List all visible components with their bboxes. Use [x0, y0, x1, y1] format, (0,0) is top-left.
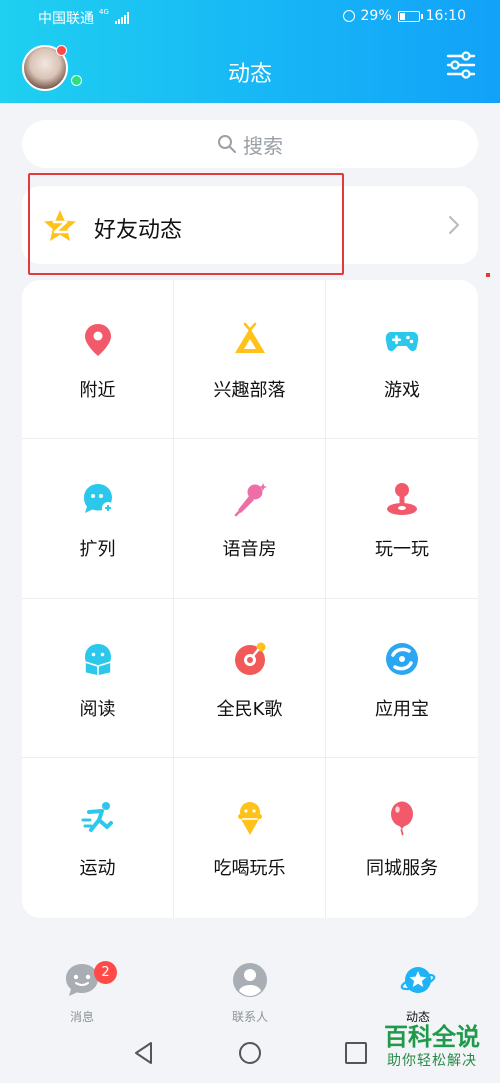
balloon-icon: [391, 801, 413, 836]
battery-fill: [399, 12, 405, 20]
search-bar[interactable]: 搜索: [22, 120, 478, 168]
grid-item-food-fun[interactable]: 吃喝玩乐: [174, 758, 326, 918]
settings-sliders-icon[interactable]: [446, 51, 476, 79]
tribe-tent-icon: [235, 322, 265, 353]
status-bar: 中国联通 4G 29% 16:10: [0, 0, 500, 34]
network-type: 4G: [99, 8, 109, 16]
watermark-subtitle: 助你轻松解决: [387, 1053, 477, 1069]
grid-item-sports[interactable]: 运动: [22, 758, 174, 918]
home-icon[interactable]: [237, 1040, 263, 1066]
tab-contacts[interactable]: 联系人: [200, 962, 300, 1024]
grid-item-label: 玩一玩: [375, 539, 429, 560]
grid-item-tribe[interactable]: 兴趣部落: [174, 280, 326, 439]
tab-feeds[interactable]: 动态: [368, 962, 468, 1024]
grid-item-label: 运动: [79, 858, 116, 879]
add-friend-bubble-icon: [84, 484, 114, 514]
running-icon: [81, 802, 113, 832]
bottom-tab-bar: 消息 联系人 动态: [0, 956, 500, 1026]
search-icon: [218, 135, 236, 153]
app-header: 中国联通 4G 29% 16:10 动态: [0, 0, 500, 103]
gamepad-icon: [385, 332, 419, 352]
grid-item-play[interactable]: 玩一玩: [326, 439, 478, 599]
contacts-icon: [233, 963, 267, 997]
grid-item-label: 游戏: [384, 380, 420, 401]
ice-cream-icon: [238, 802, 262, 835]
grid-item-label: 阅读: [79, 699, 116, 720]
signal-icon: [114, 12, 129, 24]
status-left: 中国联通 4G: [38, 8, 129, 28]
grid-item-label: 附近: [79, 380, 116, 401]
alarm-icon: [342, 10, 355, 22]
grid-item-games[interactable]: 游戏: [326, 280, 478, 439]
grid-item-reading[interactable]: 阅读: [22, 599, 174, 758]
unread-count-badge: 2: [94, 961, 117, 984]
reading-book-icon: [84, 644, 112, 677]
grid-item-karaoke[interactable]: 全民K歌: [174, 599, 326, 758]
qzone-star-icon: [44, 210, 76, 241]
location-pin-icon: [85, 324, 111, 356]
battery-icon: [397, 10, 423, 22]
planet-star-icon: [400, 967, 436, 993]
grid-item-label: 兴趣部落: [213, 380, 286, 401]
page-title: 动态: [227, 62, 272, 87]
joystick-icon: [387, 483, 417, 515]
feature-grid: 附近 兴趣部落 游戏 扩列 语音房 玩一玩 阅读 全民K歌 应用宝 运动 吃喝玩…: [22, 280, 478, 918]
grid-item-label: 同城服务: [366, 858, 438, 879]
grid-item-label: 扩列: [79, 539, 116, 560]
back-icon[interactable]: [131, 1040, 157, 1066]
battery-percent: 29%: [360, 8, 392, 24]
annotation-dot: [486, 273, 490, 277]
friends-feed-label: 好友动态: [94, 218, 183, 243]
grid-item-app-store[interactable]: 应用宝: [326, 599, 478, 758]
carrier-label: 中国联通: [38, 11, 94, 27]
friends-feed-entry[interactable]: 好友动态: [22, 186, 478, 264]
tab-contacts-label: 联系人: [231, 1010, 268, 1024]
grid-item-nearby[interactable]: 附近: [22, 280, 174, 439]
karaoke-icon: [235, 642, 266, 675]
recents-icon[interactable]: [343, 1040, 369, 1066]
avatar-notification-dot: [56, 45, 67, 56]
grid-item-city-service[interactable]: 同城服务: [326, 758, 478, 918]
grid-item-voice-room[interactable]: 语音房: [174, 439, 326, 599]
watermark-title: 百科全说: [384, 1023, 480, 1051]
watermark: 百科全说 助你轻松解决: [368, 1022, 496, 1070]
grid-item-label: 吃喝玩乐: [213, 858, 286, 879]
grid-item-label: 全民K歌: [216, 699, 283, 720]
app-store-icon: [386, 643, 418, 675]
tab-messages[interactable]: 消息: [32, 962, 132, 1024]
grid-item-label: 应用宝: [375, 699, 429, 720]
tab-messages-label: 消息: [69, 1010, 94, 1024]
grid-item-expand-list[interactable]: 扩列: [22, 439, 174, 599]
search-placeholder: 搜索: [243, 133, 283, 158]
grid-item-label: 语音房: [222, 539, 277, 560]
chevron-right-icon: [449, 216, 459, 234]
status-right: 29% 16:10: [342, 8, 466, 24]
clock: 16:10: [425, 8, 466, 24]
microphone-icon: [234, 483, 267, 517]
